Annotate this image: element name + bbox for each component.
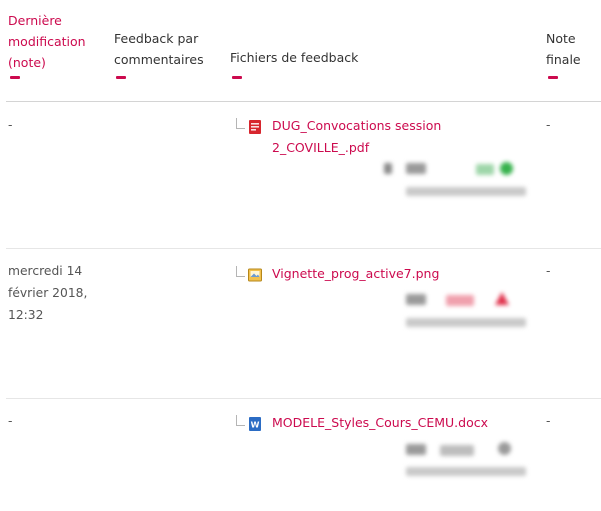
status-avatar-placeholder [406,444,426,455]
status-icon-small [384,163,392,174]
tree-connector [236,118,245,129]
warning-icon [495,292,509,305]
pdf-icon [249,120,261,134]
status-neutral-icon [498,442,511,455]
collapse-final-grade-icon[interactable] [548,76,558,79]
last-modified-line1: mercredi 14 [8,264,83,278]
file-status-panel [384,290,534,335]
tree-connector [236,266,245,277]
last-modified-cell: - [8,118,13,132]
status-label [440,445,474,456]
collapse-last-modified-icon[interactable] [10,76,20,79]
last-modified-line3: 12:32 [8,308,44,322]
status-date-placeholder [406,187,526,196]
status-date-placeholder [406,318,526,327]
header-last-modified-line2: modification [8,34,86,49]
status-ok-icon [500,162,513,175]
header-feedback-files-line1: Fichiers de feedback [230,50,359,65]
feedback-file-link[interactable]: Vignette_prog_active7.png [272,263,492,285]
file-name-line2: 2_COVILLE_.pdf [272,140,370,155]
feedback-file-link[interactable]: DUG_Convocations session 2_COVILLE_.pdf [272,115,492,159]
table-header: Dernière modification (note) Feedback pa… [0,0,601,100]
last-modified-line2: février 2018, [8,286,88,300]
file-name-line1: Vignette_prog_active7.png [272,266,440,281]
collapse-feedback-files-icon[interactable] [232,76,242,79]
status-avatar-placeholder [406,163,426,174]
header-final-grade-line2: finale [546,52,581,67]
header-comment-feedback[interactable]: Feedback par commentaires [114,28,204,70]
final-grade-cell: - [546,264,551,278]
final-grade-cell: - [546,414,551,428]
status-avatar-placeholder [406,294,426,305]
status-label [446,295,474,306]
header-final-grade[interactable]: Note finale [546,28,581,70]
last-modified-cell: - [8,414,13,428]
file-name-line1: DUG_Convocations session [272,118,442,133]
last-modified-cell: mercredi 14 février 2018, 12:32 [8,260,87,326]
collapse-comment-feedback-icon[interactable] [116,76,126,79]
status-date-placeholder [406,467,526,476]
row-divider [6,398,601,399]
row-divider [6,248,601,249]
header-final-grade-line1: Note [546,31,576,46]
header-last-modified[interactable]: Dernière modification (note) [8,10,86,73]
final-grade-cell: - [546,118,551,132]
file-name-line1: MODELE_Styles_Cours_CEMU.docx [272,415,489,430]
header-comment-feedback-line1: Feedback par [114,31,199,46]
feedback-file-link[interactable]: MODELE_Styles_Cours_CEMU.docx [272,412,532,434]
header-divider [6,101,601,102]
word-doc-icon: W [249,417,261,431]
tree-connector [236,415,245,426]
header-feedback-files[interactable]: Fichiers de feedback [230,47,358,68]
svg-text:W: W [251,421,260,430]
status-label [476,164,494,175]
header-comment-feedback-line2: commentaires [114,52,204,67]
header-last-modified-line3: (note) [8,55,46,70]
image-icon [248,268,262,282]
file-status-panel [384,160,534,210]
file-status-panel [384,440,534,485]
header-last-modified-line1: Dernière [8,13,62,28]
